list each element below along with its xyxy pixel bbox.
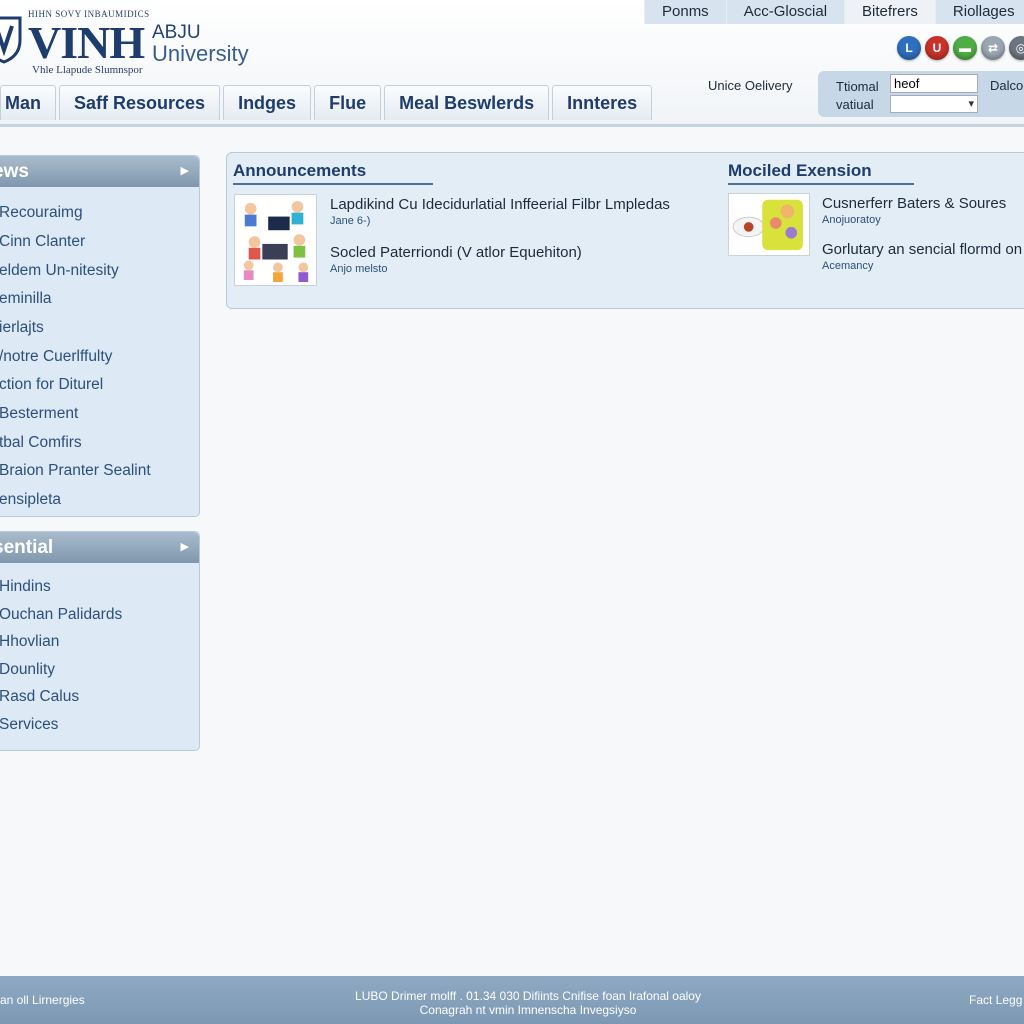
search-input[interactable] (890, 74, 978, 93)
unice-delivery-link[interactable]: Unice Oelivery (708, 78, 793, 93)
share-icon[interactable]: ⇄ (981, 36, 1005, 60)
sidebar-item[interactable]: Hindins (0, 578, 51, 596)
sidebar-essential-header[interactable]: sential ▶ (0, 532, 199, 563)
top-utility-tabs: Ponms Acc-Gloscial Bitefrers Riollages (644, 0, 1024, 24)
top-tab-riollages[interactable]: Riollages (934, 0, 1024, 24)
sidebar-news-header[interactable]: ews ▶ (0, 156, 199, 187)
sidebar-item[interactable]: ierlajts (0, 319, 44, 337)
gray-social-icon[interactable]: ◎ (1009, 36, 1024, 60)
dalco-link[interactable]: Dalco (990, 78, 1023, 93)
announcement-item-title[interactable]: Socled Paterriondi (V atlor Equehiton) (330, 244, 582, 261)
sidebar-item[interactable]: ction for Diturel (0, 376, 103, 394)
main-navigation: Man Saff Resources Indges Flue Meal Besw… (0, 85, 655, 121)
nav-tab-indges[interactable]: Indges (223, 85, 312, 120)
extension-item-title[interactable]: Cusnerferr Baters & Soures (822, 195, 1006, 212)
sidebar-item[interactable]: eldem Un-nitesity (0, 262, 119, 280)
logo-abbreviation: ABJU (152, 22, 201, 43)
sidebar-item[interactable]: Besterment (0, 405, 78, 423)
extension-thumbnail[interactable] (728, 193, 810, 256)
sidebar-news-title: ews (0, 161, 29, 182)
footer-contact-line: LUBO Drimer molff . 01.34 030 Difiints C… (355, 989, 701, 1003)
university-crest-icon (0, 16, 22, 64)
sidebar-item[interactable]: Recouraimg (0, 204, 83, 222)
social-icons: L U ▬ ⇄ ◎ (897, 36, 1024, 60)
sidebar-item[interactable]: Dounlity (0, 661, 55, 679)
nav-tab-innteres[interactable]: Innteres (552, 85, 653, 120)
extension-heading: Mociled Exension (728, 161, 914, 185)
top-tab-bitefrers[interactable]: Bitefrers (844, 0, 935, 24)
red-social-icon[interactable]: U (925, 36, 949, 60)
sidebar-item[interactable]: Braion Pranter Sealint (0, 462, 151, 480)
green-social-icon[interactable]: ▬ (953, 36, 977, 60)
sidebar-item[interactable]: Rasd Calus (0, 688, 79, 706)
sidebar-item[interactable]: ensipleta (0, 491, 61, 509)
sidebar-item[interactable]: /notre Cuerlffulty (0, 348, 112, 366)
sidebar-item[interactable]: Cinn Clanter (0, 233, 85, 251)
nav-tab-meal-beswlerds[interactable]: Meal Beswlerds (384, 85, 550, 120)
sidebar-essential-title: sential (0, 537, 54, 558)
sidebar-essential-panel: sential ▶ Hindins Ouchan Palidards Hhovl… (0, 531, 200, 751)
sidebar-item[interactable]: Services (0, 716, 58, 734)
announcement-thumbnail[interactable] (234, 194, 317, 286)
announcement-item-title[interactable]: Lapdikind Cu Idecidurlatial Inffeerial F… (330, 196, 670, 213)
select-label: vatiual (836, 97, 874, 112)
announcement-item-date: Anjo melsto (330, 263, 388, 275)
search-label: Ttiomal (836, 79, 879, 94)
expand-arrow-icon: ▶ (180, 165, 189, 177)
logo-wordmark[interactable]: VINH (28, 18, 145, 68)
sidebar-news-panel: ews ▶ Recouraimg Cinn Clanter eldem Un-n… (0, 155, 200, 517)
chevron-down-icon: ▾ (968, 98, 974, 110)
sidebar-item[interactable]: tbal Comfirs (0, 434, 82, 452)
logo-university: University (152, 41, 249, 66)
sidebar-item[interactable]: Hhovlian (0, 633, 59, 651)
top-tab-ponms[interactable]: Ponms (644, 0, 726, 24)
footer-right-link[interactable]: Fact Legg (969, 993, 1022, 1007)
extension-item-meta: Anojuoratoy (822, 214, 881, 226)
sidebar-item[interactable]: Ouchan Palidards (0, 606, 122, 624)
extension-item-meta: Acemancy (822, 260, 874, 272)
blue-social-icon[interactable]: L (897, 36, 921, 60)
sidebar-item[interactable]: eminilla (0, 290, 52, 308)
top-tab-acc-gloscial[interactable]: Acc-Gloscial (725, 0, 845, 24)
expand-arrow-icon: ▶ (180, 541, 189, 553)
category-select[interactable]: ▾ (890, 95, 978, 113)
logo-tagline: Vhle Llapude Slumnspor (32, 64, 143, 76)
nav-tab-man[interactable]: Man (0, 85, 56, 120)
nav-tab-saff-resources[interactable]: Saff Resources (59, 85, 221, 120)
footer-copyright-line: Conagrah nt vmin Imnenscha Invegsiyso (419, 1003, 637, 1017)
announcements-heading: Announcements (233, 161, 433, 185)
nav-tab-flue[interactable]: Flue (314, 85, 382, 120)
announcement-item-date: Jane 6-) (330, 215, 371, 227)
extension-item-title[interactable]: Gorlutary an sencial flormd on (822, 241, 1022, 258)
